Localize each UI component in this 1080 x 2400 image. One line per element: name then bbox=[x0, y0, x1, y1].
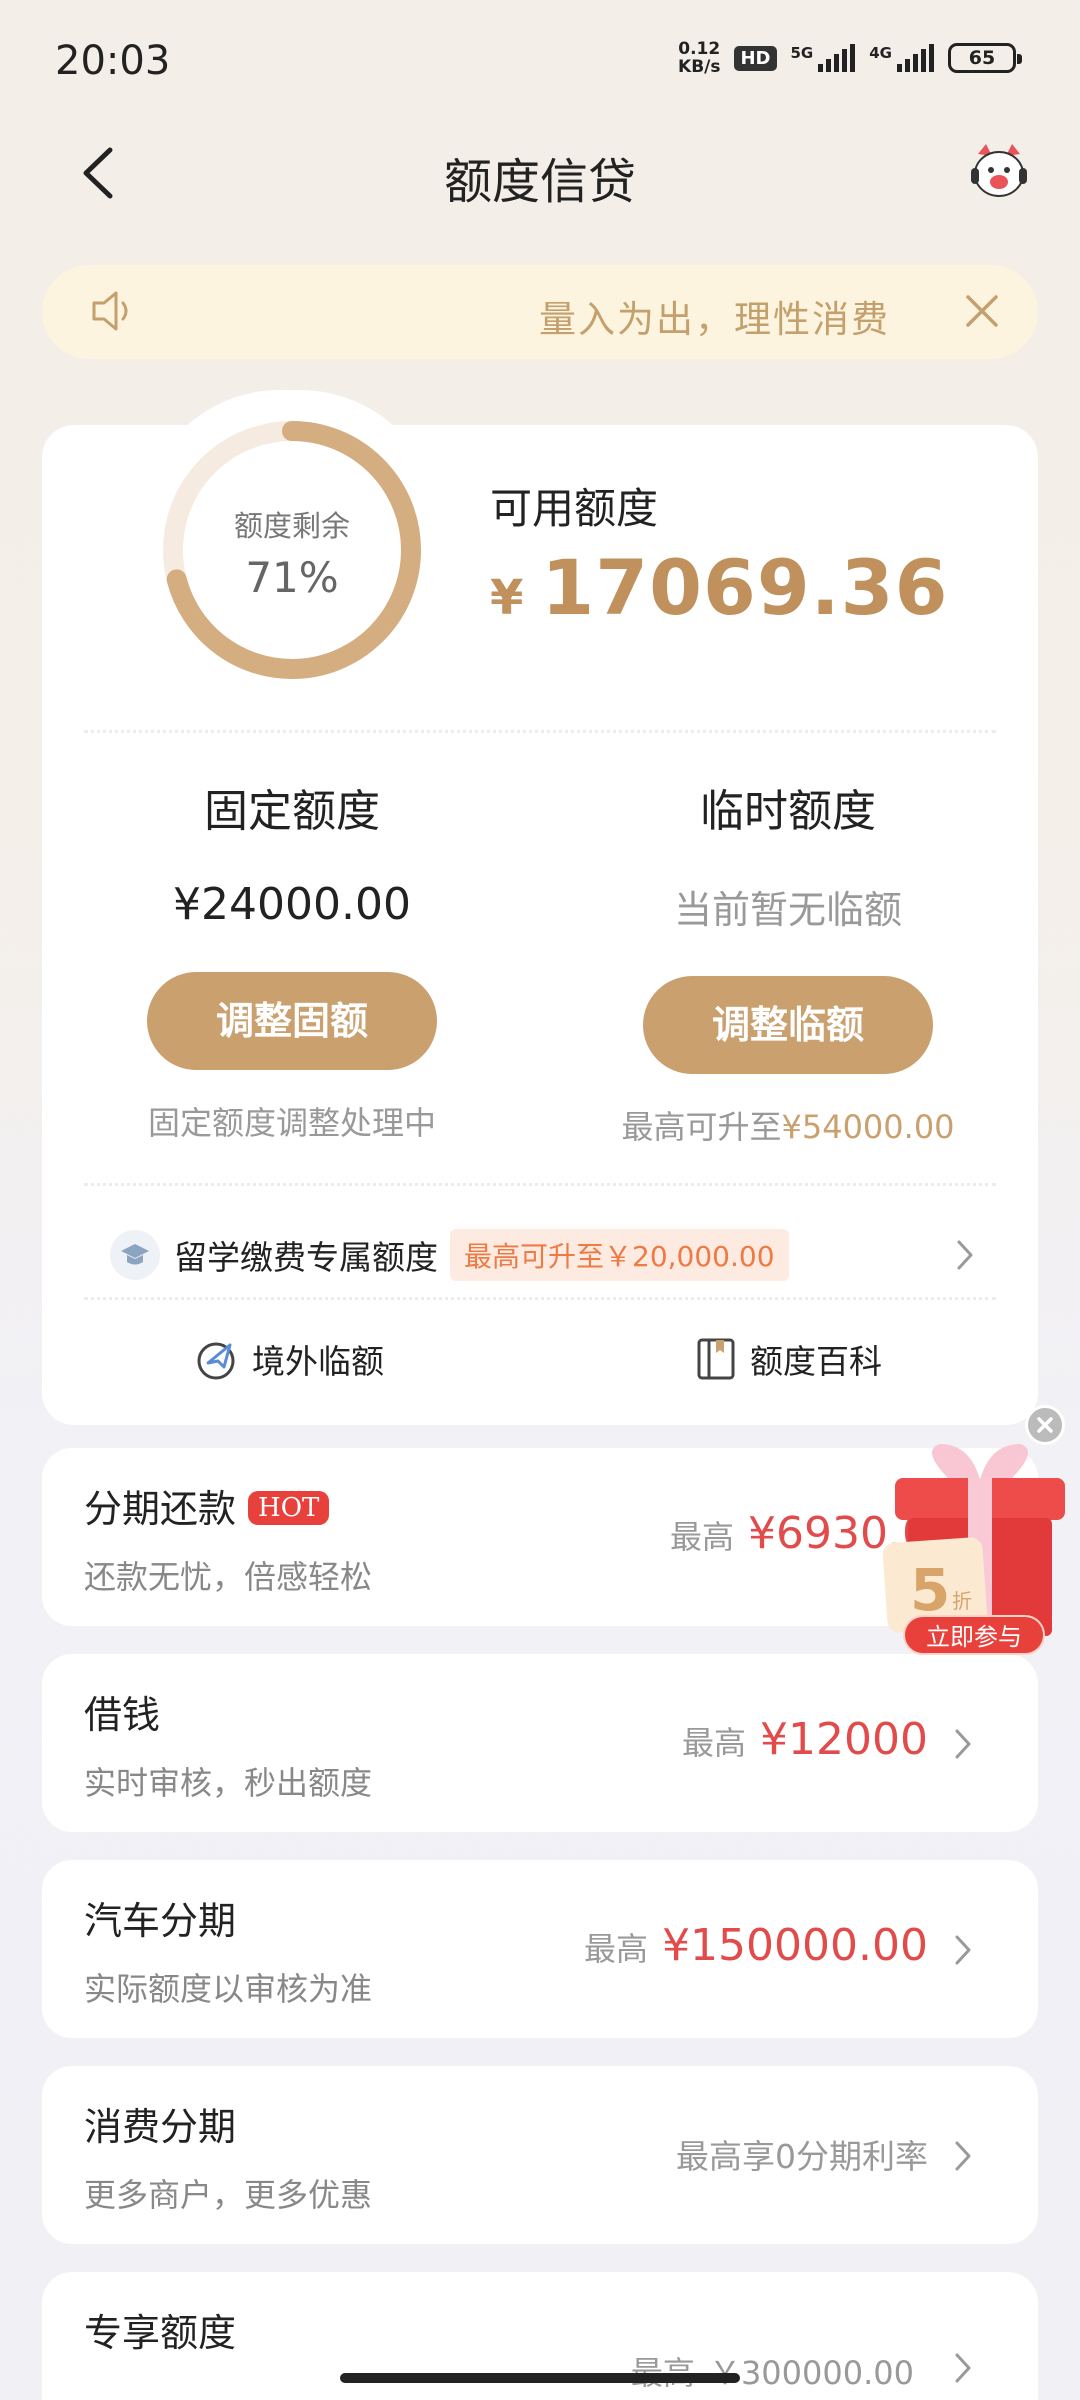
available-quota-label: 可用额度 bbox=[490, 484, 659, 533]
product-amount-prefix: 最高 bbox=[670, 1518, 735, 1556]
network-speed-value: 0.12 bbox=[678, 39, 721, 59]
status-icons: 0.12 KB/s HD 5G 4G 65 bbox=[678, 40, 1022, 76]
quota-wiki-link[interactable]: 额度百科 bbox=[696, 1335, 882, 1383]
product-card-consumer-installment[interactable]: 消费分期 更多商户，更多优惠 最高享0分期利率 bbox=[42, 2066, 1038, 2244]
product-amount-group: 最高 ¥12000 bbox=[682, 1714, 928, 1765]
overseas-temp-quota-label: 境外临额 bbox=[252, 1342, 384, 1381]
signal-5g-icon: 5G bbox=[791, 44, 856, 72]
product-offer-text: 最高享0分期利率 bbox=[676, 2137, 928, 2176]
product-title: 分期还款 HOT bbox=[84, 1478, 330, 1533]
promo-discount-unit: 折 bbox=[952, 1589, 972, 1613]
adjust-temp-quota-button[interactable]: 调整临额 bbox=[643, 976, 933, 1074]
product-amount-prefix: 最高 bbox=[682, 1724, 747, 1762]
speaker-icon bbox=[92, 291, 128, 331]
hot-badge: HOT bbox=[248, 1491, 330, 1525]
product-subtitle: 实时审核，秒出额度 bbox=[84, 1764, 373, 1802]
adjust-fixed-quota-button[interactable]: 调整固额 bbox=[147, 972, 437, 1070]
product-card-borrow[interactable]: 借钱 实时审核，秒出额度 最高 ¥12000 bbox=[42, 1654, 1038, 1832]
notice-bar: 量入为出，理性消费 bbox=[42, 265, 1038, 359]
fixed-quota-value: ¥24000.00 bbox=[173, 879, 411, 930]
product-title: 借钱 bbox=[84, 1693, 161, 1737]
temp-quota-title: 临时额度 bbox=[700, 786, 876, 837]
promo-join-button[interactable]: 立即参与 bbox=[903, 1615, 1045, 1655]
graduation-cap-icon bbox=[110, 1230, 160, 1280]
available-quota-amount: ¥17069.36 bbox=[490, 543, 948, 632]
assistant-mascot-icon[interactable] bbox=[966, 140, 1032, 206]
product-card-car-loan[interactable]: 汽车分期 实际额度以审核为准 最高 ¥150000.00 bbox=[42, 1860, 1038, 2038]
quota-card: 额度剩余 71% 可用额度 ¥17069.36 固定额度 ¥24000.00 调… bbox=[42, 421, 1038, 1425]
product-amount-group: 最高 ¥150000.00 bbox=[584, 1920, 928, 1971]
battery-icon: 65 bbox=[948, 43, 1022, 73]
product-amount: ¥150000.00 bbox=[662, 1920, 928, 1971]
study-abroad-label: 留学缴费专属额度 bbox=[174, 1238, 438, 1277]
product-title: 消费分期 bbox=[84, 2105, 237, 2149]
ring-label: 额度剩余 bbox=[233, 509, 350, 543]
hd-voice-icon: HD bbox=[734, 45, 777, 71]
currency-symbol: ¥ bbox=[490, 570, 524, 626]
chevron-right-icon bbox=[955, 2353, 971, 2383]
temp-quota-note: 最高可升至¥54000.00 bbox=[538, 1102, 1038, 1148]
airplane-globe-icon bbox=[197, 1342, 235, 1380]
product-amount-prefix: 最高 bbox=[631, 2348, 695, 2394]
product-title-text: 分期还款 bbox=[84, 1487, 237, 1531]
study-abroad-badge: 最高可升至￥20,000.00 bbox=[450, 1229, 789, 1281]
promo-close-button[interactable] bbox=[1025, 1405, 1065, 1445]
quota-remaining-ring bbox=[163, 421, 421, 679]
notice-text: 量入为出，理性消费 bbox=[539, 298, 890, 341]
product-amount-prefix: 最高 bbox=[584, 1930, 649, 1968]
product-subtitle: 更多商户，更多优惠 bbox=[84, 2176, 373, 2214]
divider bbox=[84, 730, 996, 733]
temp-note-prefix: 最高可升至 bbox=[621, 1108, 782, 1146]
network-speed-unit: KB/s bbox=[678, 57, 721, 77]
temp-quota-section: 临时额度 当前暂无临额 调整临额 最高可升至¥54000.00 bbox=[538, 775, 1038, 1148]
signal-5g-label: 5G bbox=[790, 44, 814, 62]
signal-4g-label: 4G bbox=[869, 44, 892, 62]
home-indicator[interactable] bbox=[340, 2373, 740, 2383]
close-icon bbox=[1037, 1417, 1053, 1433]
product-amount-group: 最高 ￥300000.00 bbox=[631, 2348, 928, 2394]
page-title: 额度信贷 bbox=[443, 154, 636, 210]
chevron-right-icon bbox=[955, 2141, 971, 2171]
quota-wiki-label: 额度百科 bbox=[750, 1342, 882, 1381]
product-amount: ¥12000 bbox=[760, 1714, 928, 1765]
signal-4g-icon: 4G bbox=[869, 44, 934, 72]
product-subtitle: 实际额度以审核为准 bbox=[84, 1970, 373, 2008]
available-quota-value: 17069.36 bbox=[541, 543, 949, 632]
chevron-right-icon bbox=[955, 1729, 971, 1759]
fixed-quota-title: 固定额度 bbox=[204, 786, 380, 837]
divider bbox=[84, 1183, 996, 1186]
product-title: 汽车分期 bbox=[84, 1899, 237, 1943]
network-speed: 0.12 KB/s bbox=[678, 40, 720, 76]
study-abroad-quota-row[interactable]: 留学缴费专属额度 最高可升至￥20,000.00 bbox=[110, 1225, 970, 1285]
fixed-quota-note: 固定额度调整处理中 bbox=[147, 1104, 436, 1142]
app-header: 额度信贷 bbox=[0, 120, 1080, 225]
temp-note-amount: ¥54000.00 bbox=[781, 1108, 955, 1146]
status-bar: 20:03 0.12 KB/s HD 5G 4G 65 bbox=[0, 0, 1080, 120]
status-time: 20:03 bbox=[55, 38, 171, 84]
ring-value: 71% bbox=[245, 553, 339, 602]
product-subtitle: 还款无忧，倍感轻松 bbox=[84, 1558, 373, 1596]
close-icon[interactable] bbox=[962, 291, 1002, 331]
product-amount: ￥300000.00 bbox=[708, 2354, 914, 2392]
divider bbox=[84, 1297, 996, 1300]
promo-discount-number: 5 bbox=[910, 1556, 950, 1624]
chevron-right-icon bbox=[955, 1935, 971, 1965]
temp-quota-value: 当前暂无临额 bbox=[673, 888, 902, 932]
fixed-quota-section: 固定额度 ¥24000.00 调整固额 固定额度调整处理中 bbox=[42, 775, 542, 1144]
book-icon bbox=[697, 1338, 735, 1380]
overseas-temp-quota-link[interactable]: 境外临额 bbox=[194, 1335, 384, 1383]
chevron-right-icon bbox=[957, 1240, 973, 1270]
product-amount-group: 最高享0分期利率 bbox=[676, 2130, 928, 2178]
product-title: 专享额度 bbox=[84, 2311, 237, 2355]
